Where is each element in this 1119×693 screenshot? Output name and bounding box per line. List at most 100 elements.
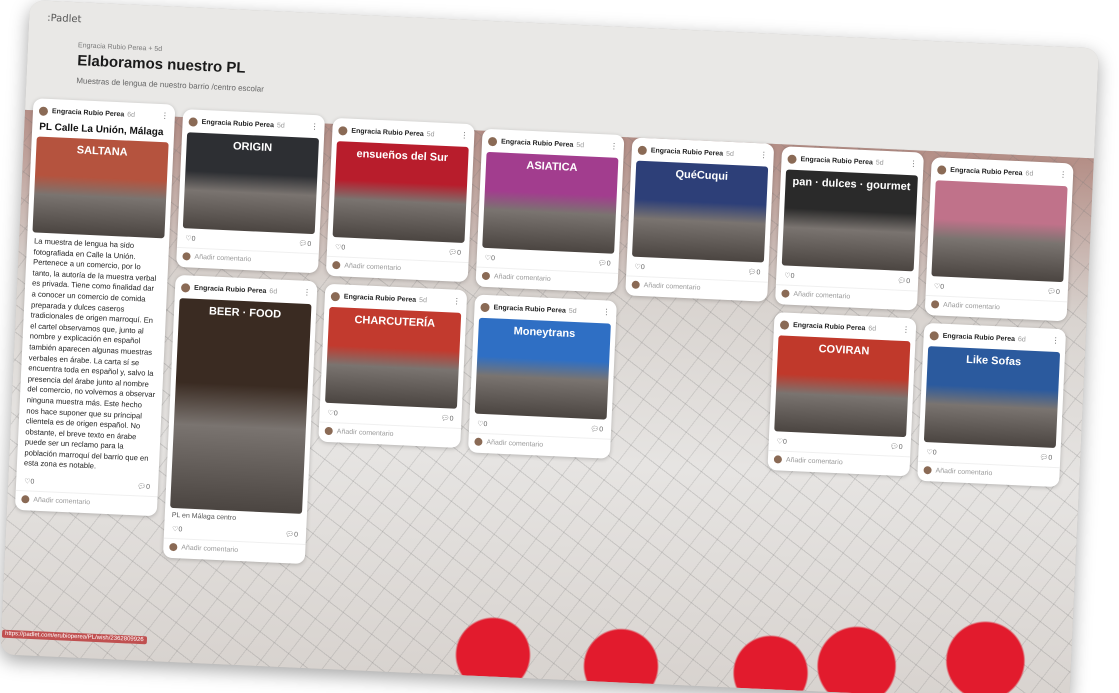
avatar	[332, 260, 341, 270]
comment-count-button[interactable]: 💬︎0	[1039, 453, 1052, 462]
post-image[interactable]: Like Sofas	[923, 346, 1061, 448]
post-author: Engracia Rubio Perea	[51, 107, 125, 118]
more-options-icon[interactable]: ⋮	[161, 111, 169, 120]
post-card[interactable]: Engracia Rubio Perea 6d ⋮ PL Calle La Unión…	[14, 98, 176, 517]
post-column: Engracia Rubio Perea 5d ⋮ ensueños del Sur ♡…	[318, 117, 475, 456]
add-comment-row[interactable]: Añadir comentario	[774, 284, 918, 311]
padlet-logo[interactable]: :Padlet	[47, 13, 82, 26]
more-options-icon[interactable]: ⋮	[1051, 336, 1059, 345]
post-card[interactable]: Engracia Rubio Perea 6d ⋮ COVIRAN ♡0 💬︎0 Añadi…	[767, 312, 917, 477]
add-comment-field[interactable]: Añadir comentario	[344, 262, 401, 272]
add-comment-field[interactable]: Añadir comentario	[494, 273, 551, 283]
add-comment-field[interactable]: Añadir comentario	[486, 439, 543, 449]
post-image[interactable]: ensueños del Sur	[332, 141, 469, 243]
comment-count-button[interactable]: 💬︎0	[440, 414, 453, 423]
post-image[interactable]: BEER · FOOD	[170, 298, 312, 514]
add-comment-row[interactable]: Añadir comentario	[162, 537, 306, 565]
post-card[interactable]: Engracia Rubio Perea 5d ⋮ pan · dulces · go…	[774, 146, 924, 311]
shop-sign-text: ASIATICA	[526, 159, 578, 175]
add-comment-row[interactable]: Añadir comentario	[176, 246, 319, 274]
post-card[interactable]: Engracia Rubio Perea 6d ⋮ Like Sofas ♡0 💬︎0 Añ…	[917, 322, 1067, 488]
add-comment-row[interactable]: Añadir comentario	[475, 266, 619, 293]
add-comment-row[interactable]: Añadir comentario	[625, 275, 768, 302]
post-image[interactable]: QuéCuqui	[631, 160, 769, 263]
add-comment-row[interactable]: Añadir comentario	[14, 489, 158, 517]
post-card[interactable]: Engracia Rubio Perea 6d ⋮ ♡0 💬︎0 Añadir comen…	[924, 157, 1074, 322]
post-image[interactable]: COVIRAN	[774, 335, 911, 438]
avatar	[182, 252, 191, 261]
comment-count-button[interactable]: 💬︎0	[298, 239, 311, 248]
add-comment-field[interactable]: Añadir comentario	[644, 282, 701, 292]
more-options-icon[interactable]: ⋮	[310, 122, 318, 131]
like-button[interactable]: ♡0	[777, 437, 788, 445]
post-image[interactable]	[931, 180, 1068, 283]
post-age: 5d	[568, 307, 577, 315]
more-options-icon[interactable]: ⋮	[602, 307, 610, 316]
comment-count: 0	[1048, 454, 1053, 462]
add-comment-row[interactable]: Añadir comentario	[325, 255, 469, 283]
comment-count-button[interactable]: 💬︎0	[897, 277, 910, 286]
add-comment-row[interactable]: Añadir comentario	[767, 449, 911, 477]
comment-count-button[interactable]: 💬︎0	[747, 268, 760, 277]
more-options-icon[interactable]: ⋮	[453, 296, 461, 305]
more-options-icon[interactable]: ⋮	[902, 325, 910, 334]
more-options-icon[interactable]: ⋮	[460, 131, 468, 140]
add-comment-field[interactable]: Añadir comentario	[943, 301, 1000, 311]
shop-sign-text: ORIGIN	[232, 140, 273, 155]
avatar	[923, 466, 932, 475]
add-comment-row[interactable]: Añadir comentario	[467, 432, 611, 459]
add-comment-row[interactable]: Añadir comentario	[924, 294, 1068, 322]
add-comment-field[interactable]: Añadir comentario	[181, 544, 238, 554]
post-image[interactable]: SALTANA	[32, 136, 169, 239]
add-comment-field[interactable]: Añadir comentario	[194, 253, 251, 263]
like-button[interactable]: ♡0	[784, 272, 795, 280]
like-button[interactable]: ♡0	[327, 409, 338, 417]
like-button[interactable]: ♡0	[477, 420, 488, 428]
comment-count: 0	[293, 531, 299, 539]
post-card[interactable]: Engracia Rubio Perea 5d ⋮ Moneytrans ♡0 💬︎0 Añ…	[467, 294, 617, 459]
add-comment-field[interactable]: Añadir comentario	[337, 428, 394, 438]
more-options-icon[interactable]: ⋮	[610, 141, 618, 150]
add-comment-row[interactable]: Añadir comentario	[917, 460, 1060, 488]
add-comment-field[interactable]: Añadir comentario	[793, 290, 850, 300]
post-age: 6d	[127, 111, 136, 119]
post-card[interactable]: Engracia Rubio Perea 5d ⋮ CHARCUTERÍA ♡0 💬︎0 A…	[318, 283, 468, 448]
more-options-icon[interactable]: ⋮	[1059, 170, 1067, 179]
add-comment-field[interactable]: Añadir comentario	[786, 456, 843, 466]
avatar	[474, 437, 483, 446]
like-button[interactable]: ♡0	[335, 243, 346, 251]
like-button[interactable]: ♡0	[485, 254, 496, 262]
add-comment-field[interactable]: Añadir comentario	[935, 467, 992, 477]
comment-count-button[interactable]: 💬︎0	[285, 530, 298, 539]
comment-count-button[interactable]: 💬︎0	[890, 442, 903, 451]
post-card[interactable]: Engracia Rubio Perea 5d ⋮ ORIGIN ♡0 💬︎0 Añadir…	[176, 109, 326, 274]
add-comment-field[interactable]: Añadir comentario	[33, 496, 90, 506]
like-button[interactable]: ♡0	[172, 525, 183, 533]
like-button[interactable]: ♡0	[24, 477, 35, 485]
comment-count-button[interactable]: 💬︎0	[1047, 287, 1060, 296]
more-options-icon[interactable]: ⋮	[760, 150, 768, 159]
comment-count-button[interactable]: 💬︎0	[137, 482, 150, 491]
like-button[interactable]: ♡0	[934, 282, 945, 290]
shop-sign-text: CHARCUTERÍA	[354, 314, 436, 330]
more-options-icon[interactable]: ⋮	[303, 288, 311, 297]
post-card[interactable]: Engracia Rubio Perea 5d ⋮ ASIATICA ♡0 💬︎0 Añad…	[475, 128, 625, 293]
like-button[interactable]: ♡0	[185, 234, 196, 242]
like-count: 0	[940, 283, 945, 291]
post-image[interactable]: ORIGIN	[182, 132, 320, 235]
post-card[interactable]: Engracia Rubio Perea 5d ⋮ QuéCuqui ♡0 💬︎0 Añad…	[625, 137, 775, 302]
post-card[interactable]: Engracia Rubio Perea 6d ⋮ BEER · FOOD PL en …	[162, 274, 318, 565]
post-card[interactable]: Engracia Rubio Perea 5d ⋮ ensueños del Sur ♡…	[325, 117, 475, 283]
post-image[interactable]: Moneytrans	[474, 317, 611, 420]
like-button[interactable]: ♡0	[926, 448, 937, 456]
like-count: 0	[341, 244, 346, 252]
more-options-icon[interactable]: ⋮	[909, 159, 917, 168]
comment-count-button[interactable]: 💬︎0	[448, 248, 461, 257]
post-image[interactable]: CHARCUTERÍA	[325, 306, 462, 409]
post-image[interactable]: pan · dulces · gourmet	[781, 169, 918, 272]
comment-count-button[interactable]: 💬︎0	[598, 259, 611, 268]
comment-count-button[interactable]: 💬︎0	[590, 425, 603, 434]
post-image[interactable]: ASIATICA	[482, 151, 619, 254]
add-comment-row[interactable]: Añadir comentario	[318, 421, 462, 448]
like-button[interactable]: ♡0	[634, 263, 645, 271]
